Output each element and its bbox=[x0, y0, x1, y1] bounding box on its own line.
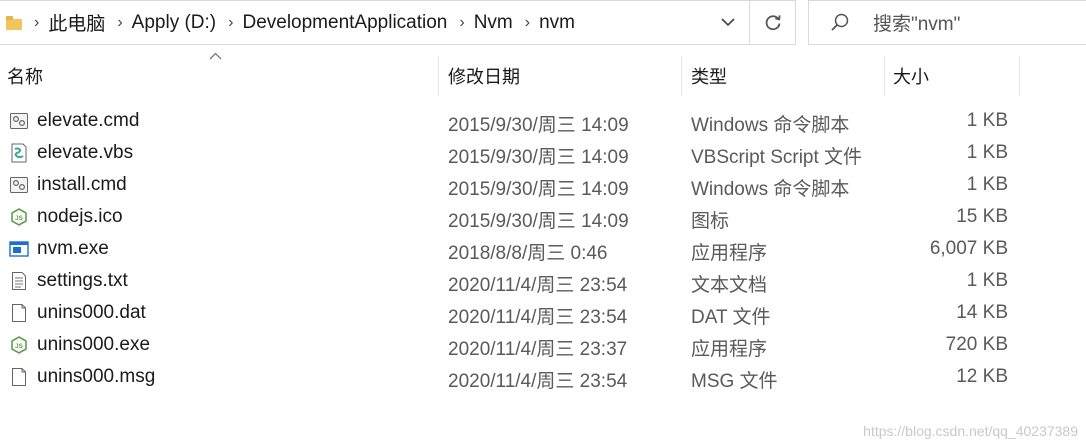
svg-text:JS: JS bbox=[15, 343, 24, 350]
file-size: 1 KB bbox=[966, 142, 1008, 163]
file-size: 720 KB bbox=[945, 334, 1008, 355]
breadcrumb-development-application[interactable]: DevelopmentApplication bbox=[242, 12, 447, 34]
file-date: 2015/9/30/周三 14:09 bbox=[448, 115, 629, 136]
file-size: 1 KB bbox=[966, 110, 1008, 131]
file-date: 2018/8/8/周三 0:46 bbox=[448, 243, 608, 264]
column-header-size[interactable]: 大小 bbox=[886, 56, 1019, 96]
blank-file-icon bbox=[12, 368, 26, 386]
refresh-icon bbox=[765, 14, 780, 30]
cmd-script-icon bbox=[10, 177, 28, 193]
file-name: unins000.msg bbox=[37, 366, 156, 387]
search-input[interactable]: 搜索"nvm" bbox=[873, 9, 960, 36]
column-divider[interactable] bbox=[1019, 56, 1020, 96]
file-size: 12 KB bbox=[956, 366, 1008, 387]
vbs-script-icon bbox=[11, 143, 27, 163]
file-list: elevate.cmd 2015/9/30/周三 14:09 Windows 命… bbox=[0, 105, 1086, 393]
chevron-right-icon[interactable]: › bbox=[117, 14, 122, 32]
file-row[interactable]: nvm.exe 2018/8/8/周三 0:46 应用程序 6,007 KB bbox=[0, 233, 1086, 265]
column-header-name[interactable]: 名称 bbox=[0, 56, 438, 96]
text-file-icon bbox=[12, 272, 26, 290]
file-date: 2020/11/4/周三 23:54 bbox=[448, 275, 628, 296]
column-divider[interactable] bbox=[681, 56, 682, 96]
file-row[interactable]: unins000.dat 2020/11/4/周三 23:54 DAT 文件 1… bbox=[0, 297, 1086, 329]
file-type: DAT 文件 bbox=[691, 307, 771, 328]
file-row[interactable]: JS nodejs.ico 2015/9/30/周三 14:09 图标 15 K… bbox=[0, 201, 1086, 233]
chevron-down-icon bbox=[721, 18, 735, 27]
file-date: 2015/9/30/周三 14:09 bbox=[448, 147, 629, 168]
file-date: 2015/9/30/周三 14:09 bbox=[448, 179, 629, 200]
file-name: nvm.exe bbox=[37, 238, 109, 259]
file-type: MSG 文件 bbox=[691, 371, 778, 392]
file-name: unins000.dat bbox=[37, 302, 146, 323]
file-name: elevate.cmd bbox=[37, 110, 140, 131]
address-history-dropdown[interactable] bbox=[707, 1, 749, 44]
file-name: install.cmd bbox=[37, 174, 127, 195]
breadcrumb-drive[interactable]: Apply (D:) bbox=[132, 12, 216, 34]
chevron-right-icon[interactable]: › bbox=[228, 14, 233, 32]
search-box[interactable]: 搜索"nvm" bbox=[808, 0, 1086, 45]
file-type: Windows 命令脚本 bbox=[691, 179, 850, 200]
folder-icon bbox=[6, 15, 22, 30]
blank-file-icon bbox=[12, 304, 26, 322]
column-header-date[interactable]: 修改日期 bbox=[441, 56, 681, 96]
file-size: 1 KB bbox=[966, 174, 1008, 195]
chevron-right-icon[interactable]: › bbox=[34, 14, 39, 32]
file-type: 文本文档 bbox=[691, 275, 768, 296]
file-type: 应用程序 bbox=[691, 339, 768, 360]
nodejs-icon: JS bbox=[11, 336, 27, 354]
svg-text:JS: JS bbox=[15, 215, 24, 222]
cmd-script-icon bbox=[10, 113, 28, 129]
file-row[interactable]: elevate.cmd 2015/9/30/周三 14:09 Windows 命… bbox=[0, 105, 1086, 137]
breadcrumb-nvm[interactable]: nvm bbox=[539, 12, 575, 34]
file-type: VBScript Script 文件 bbox=[691, 147, 863, 168]
file-name: elevate.vbs bbox=[37, 142, 134, 163]
file-row[interactable]: elevate.vbs 2015/9/30/周三 14:09 VBScript … bbox=[0, 137, 1086, 169]
file-size: 6,007 KB bbox=[929, 238, 1008, 259]
file-type: Windows 命令脚本 bbox=[691, 115, 850, 136]
chevron-right-icon[interactable]: › bbox=[525, 14, 530, 32]
address-bar[interactable]: › 此电脑 › Apply (D:) › DevelopmentApplicat… bbox=[0, 0, 750, 45]
file-name: settings.txt bbox=[37, 270, 128, 291]
file-row[interactable]: JS unins000.exe 2020/11/4/周三 23:37 应用程序 … bbox=[0, 329, 1086, 361]
file-row[interactable]: install.cmd 2015/9/30/周三 14:09 Windows 命… bbox=[0, 169, 1086, 201]
column-divider[interactable] bbox=[884, 56, 885, 96]
file-date: 2020/11/4/周三 23:37 bbox=[448, 339, 628, 360]
exe-app-icon bbox=[9, 241, 29, 257]
file-size: 15 KB bbox=[956, 206, 1008, 227]
file-date: 2020/11/4/周三 23:54 bbox=[448, 307, 628, 328]
file-name: unins000.exe bbox=[37, 334, 151, 355]
nodejs-icon: JS bbox=[11, 208, 27, 226]
column-divider[interactable] bbox=[438, 56, 439, 96]
file-date: 2015/9/30/周三 14:09 bbox=[448, 211, 629, 232]
breadcrumb-this-pc[interactable]: 此电脑 bbox=[48, 9, 105, 36]
file-row[interactable]: settings.txt 2020/11/4/周三 23:54 文本文档 1 K… bbox=[0, 265, 1086, 297]
file-size: 1 KB bbox=[966, 270, 1008, 291]
file-size: 14 KB bbox=[956, 302, 1008, 323]
refresh-button[interactable] bbox=[750, 0, 796, 45]
file-type: 图标 bbox=[691, 211, 730, 232]
chevron-right-icon[interactable]: › bbox=[459, 14, 464, 32]
file-type: 应用程序 bbox=[691, 243, 768, 264]
file-name: nodejs.ico bbox=[37, 206, 123, 227]
column-header-row: 名称 修改日期 类型 大小 bbox=[0, 56, 1086, 96]
search-icon bbox=[831, 13, 849, 31]
file-row[interactable]: unins000.msg 2020/11/4/周三 23:54 MSG 文件 1… bbox=[0, 361, 1086, 393]
column-header-type[interactable]: 类型 bbox=[684, 56, 884, 96]
watermark: https://blog.csdn.net/qq_40237389 bbox=[863, 423, 1078, 439]
file-date: 2020/11/4/周三 23:54 bbox=[448, 371, 628, 392]
breadcrumb-nvm-parent[interactable]: Nvm bbox=[474, 12, 513, 34]
